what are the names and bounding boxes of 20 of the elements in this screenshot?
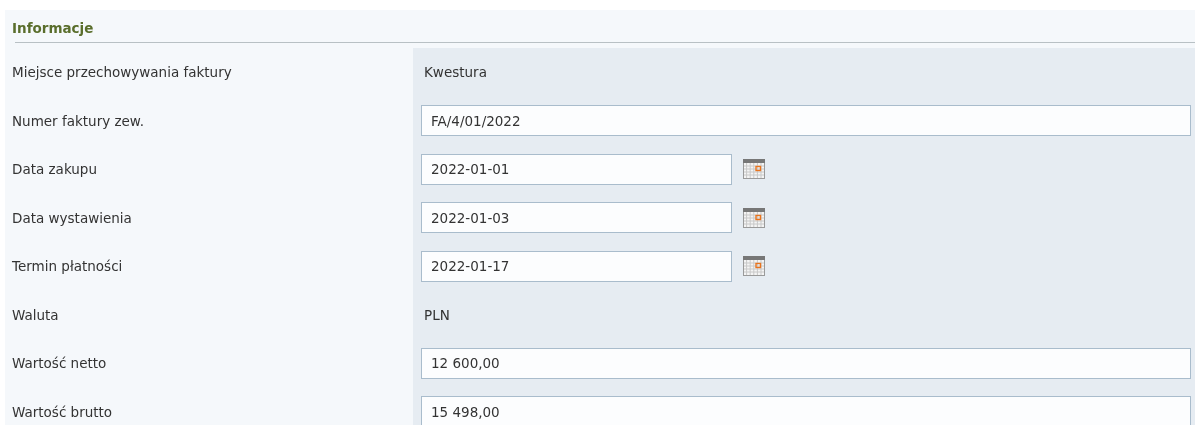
input-field[interactable]: 12 600,00 [421,347,1191,379]
date-field[interactable]: 2022-01-03 [421,202,732,234]
field-label: Termin płatności [12,258,123,275]
field-value: PLN [423,306,450,323]
field-label: Miejsce przechowywania faktury [12,64,232,81]
field-label: Data zakupu [12,161,97,178]
input-field[interactable]: 15 498,00 [421,396,1191,425]
field-label: Wartość brutto [12,403,113,420]
field-label: Wartość netto [12,355,107,372]
calendar-icon[interactable] [743,159,765,180]
input-field[interactable]: FA/4/01/2022 [421,105,1191,137]
calendar-icon[interactable] [743,207,765,228]
field-value: Kwestura [423,64,487,81]
field-label: Waluta [12,306,59,323]
date-field[interactable]: 2022-01-01 [421,153,732,185]
section-title: Informacje [12,20,94,38]
field-label: Numer faktury zew. [12,112,144,129]
calendar-icon[interactable] [743,256,765,277]
field-label: Data wystawienia [12,209,132,226]
date-field[interactable]: 2022-01-17 [421,250,732,282]
